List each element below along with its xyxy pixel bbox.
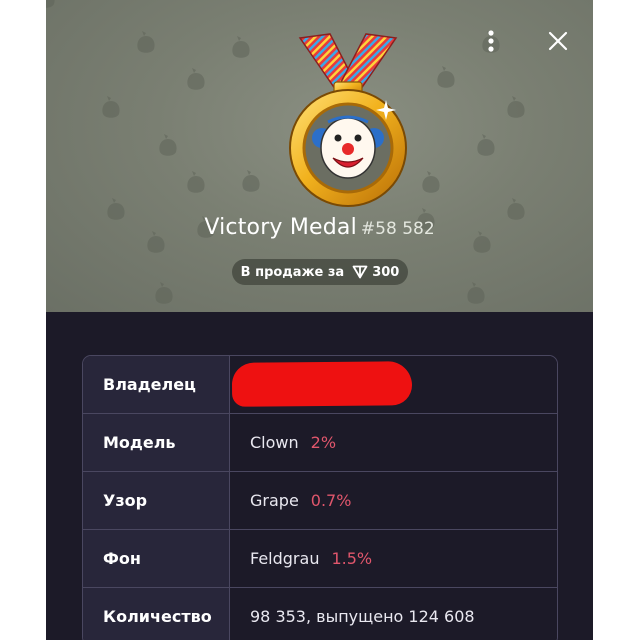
- gift-modal: Victory Medal #58 582 В продаже за 300 Вл…: [46, 0, 593, 640]
- model-label: Модель: [83, 414, 230, 471]
- table-row: Фон Feldgrau 1.5%: [83, 529, 557, 587]
- pattern-label: Узор: [83, 472, 230, 529]
- model-value: Clown 2%: [230, 414, 557, 471]
- owner-label: Владелец: [83, 356, 230, 413]
- more-menu-button[interactable]: [476, 26, 506, 56]
- sale-label: В продаже за: [240, 264, 345, 280]
- sale-price-badge[interactable]: В продаже за 300: [232, 259, 408, 285]
- table-row: Модель Clown 2%: [83, 413, 557, 471]
- victory-medal-image: [289, 33, 407, 207]
- close-icon: [548, 31, 568, 51]
- gift-name: Victory Medal: [204, 215, 357, 240]
- table-row: Владелец: [83, 356, 557, 413]
- backdrop-label: Фон: [83, 530, 230, 587]
- owner-value[interactable]: [230, 356, 557, 413]
- quantity-label: Количество: [83, 588, 230, 640]
- gift-number: #58 582: [360, 219, 435, 239]
- pattern-rarity: 0.7%: [310, 491, 352, 510]
- model-rarity: 2%: [310, 433, 337, 452]
- model-name: Clown: [250, 433, 299, 452]
- table-row: Количество 98 353, выпущено 124 608: [83, 587, 557, 640]
- more-vertical-icon: [488, 30, 494, 52]
- redaction-mark: [231, 361, 413, 407]
- close-button[interactable]: [543, 26, 573, 56]
- ton-icon: [352, 265, 368, 279]
- gift-details-table: Владелец Модель Clown 2% Узор Grape 0.7%…: [82, 355, 558, 640]
- backdrop-value: Feldgrau 1.5%: [230, 530, 557, 587]
- backdrop-name: Feldgrau: [250, 549, 320, 568]
- backdrop-rarity: 1.5%: [331, 549, 373, 568]
- gift-title: Victory Medal #58 582: [46, 215, 593, 240]
- pattern-value: Grape 0.7%: [230, 472, 557, 529]
- quantity-value: 98 353, выпущено 124 608: [230, 588, 557, 640]
- table-row: Узор Grape 0.7%: [83, 471, 557, 529]
- gift-header: Victory Medal #58 582 В продаже за 300: [46, 0, 593, 312]
- pattern-name: Grape: [250, 491, 299, 510]
- sale-price: 300: [372, 264, 400, 280]
